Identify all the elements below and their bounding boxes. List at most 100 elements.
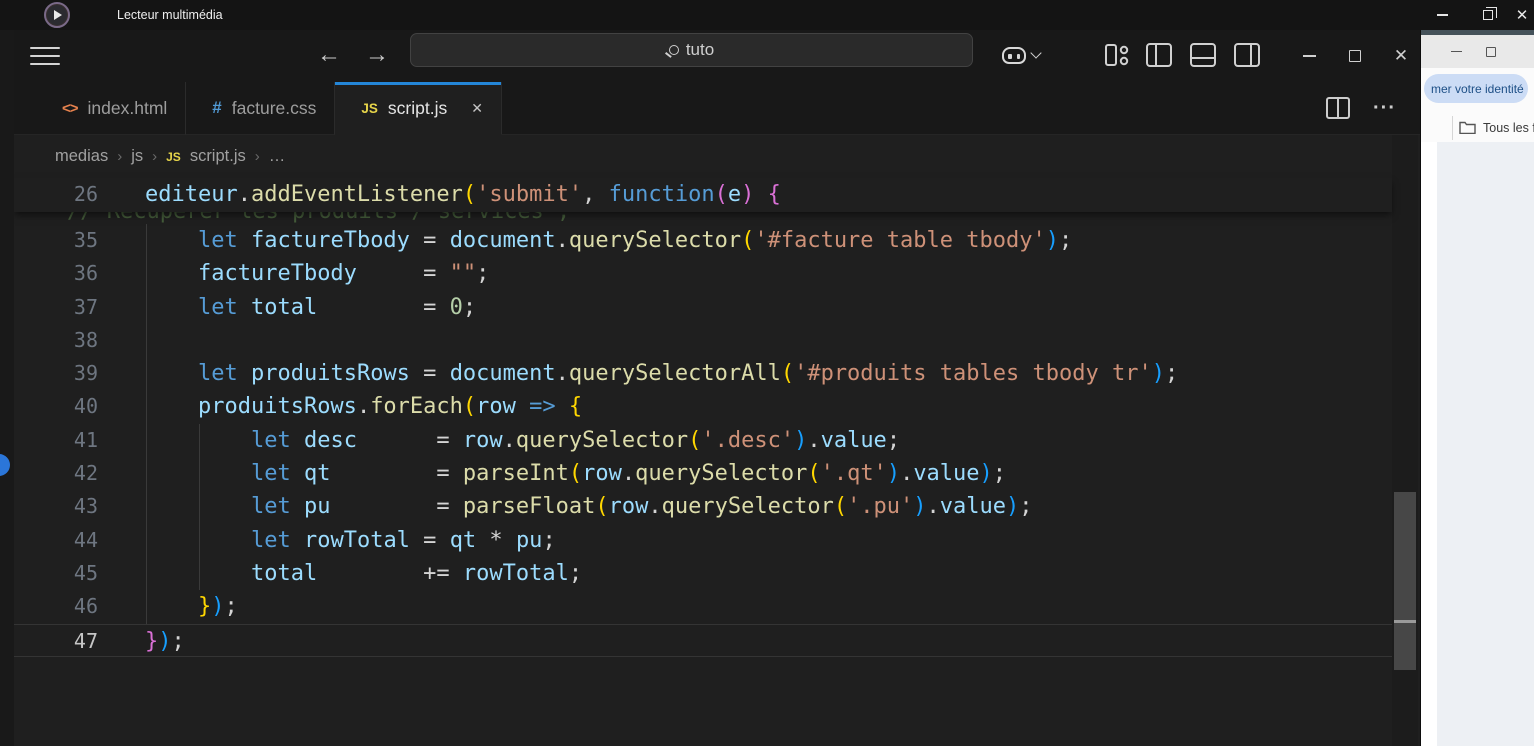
tab-script-js[interactable]: JS script.js ✕ bbox=[335, 82, 502, 135]
code-token: querySelector bbox=[635, 461, 808, 487]
restore-icon bbox=[1482, 7, 1497, 20]
code-token: '.qt' bbox=[820, 461, 887, 487]
window-minimize-button[interactable] bbox=[1286, 30, 1332, 82]
code-line[interactable]: 45 total += rowTotal; bbox=[14, 557, 1392, 590]
code-editor[interactable]: 26 editeur.addEventListener('submit', fun… bbox=[14, 178, 1392, 746]
code-token: value bbox=[939, 494, 1007, 520]
code-line[interactable]: 46 }); bbox=[14, 590, 1392, 623]
code-line[interactable]: 39 let produitsRows = document.querySele… bbox=[14, 357, 1392, 390]
code-line[interactable]: 43 let pu = parseFloat(row.querySelector… bbox=[14, 490, 1392, 523]
code-token: . bbox=[926, 494, 940, 520]
search-input[interactable]: tuto bbox=[410, 33, 973, 67]
minimize-icon[interactable] bbox=[1451, 50, 1462, 53]
code-token: ; bbox=[1164, 361, 1179, 387]
code-token: '#facture table tbody' bbox=[754, 228, 1046, 253]
code-line[interactable]: 40 produitsRows.forEach(row => { bbox=[14, 390, 1392, 423]
sticky-scroll-line[interactable]: 26 editeur.addEventListener('submit', fun… bbox=[14, 178, 1392, 212]
tab-close-button[interactable]: ✕ bbox=[471, 100, 483, 117]
breadcrumb-item-medias[interactable]: medias bbox=[55, 147, 108, 166]
code-token: , bbox=[582, 182, 609, 207]
code-line[interactable]: 42 let qt = parseInt(row.querySelector('… bbox=[14, 457, 1392, 490]
tab-index-html[interactable]: <> index.html bbox=[36, 82, 187, 135]
back-button[interactable]: ← bbox=[309, 34, 349, 76]
code-line-text: total += rowTotal; bbox=[145, 557, 582, 590]
identity-button[interactable]: mer votre identité bbox=[1424, 74, 1528, 103]
divider bbox=[1452, 116, 1453, 140]
menu-button[interactable] bbox=[22, 41, 68, 71]
app-close-button[interactable]: ✕ bbox=[1510, 0, 1534, 30]
code-token: * bbox=[476, 527, 516, 553]
minimize-icon bbox=[1437, 14, 1448, 16]
breadcrumb-item-symbol[interactable]: … bbox=[269, 147, 286, 166]
folder-item-label: Tous les fa bbox=[1483, 121, 1534, 135]
toggle-panel-button[interactable] bbox=[1188, 40, 1218, 70]
favorites-folder-item[interactable]: Tous les fa bbox=[1421, 114, 1534, 142]
code-line[interactable]: 47}); bbox=[14, 623, 1392, 657]
forward-button[interactable]: → bbox=[357, 34, 397, 76]
code-line[interactable]: 37 let total = 0; bbox=[14, 291, 1392, 324]
code-token: // Récupérer les produits / services ; bbox=[14, 212, 570, 224]
code-token: ; bbox=[542, 527, 556, 553]
split-editor-button[interactable] bbox=[1325, 95, 1351, 121]
code-token: ( bbox=[741, 228, 755, 253]
code-token: 'submit' bbox=[476, 182, 583, 207]
copilot-menu-button[interactable] bbox=[1002, 40, 1050, 70]
scrollbar-thumb[interactable] bbox=[1394, 492, 1416, 670]
code-token: ) bbox=[979, 461, 993, 487]
toggle-secondary-sidebar-button[interactable] bbox=[1232, 40, 1262, 70]
window-maximize-button[interactable] bbox=[1332, 30, 1378, 82]
tab-facture-css[interactable]: # facture.css bbox=[186, 82, 336, 135]
code-token: . bbox=[237, 182, 251, 207]
browser-titlebar bbox=[1421, 35, 1534, 68]
code-token: forEach bbox=[370, 394, 463, 420]
code-token: } bbox=[197, 594, 212, 620]
more-actions-button[interactable]: ··· bbox=[1373, 97, 1396, 120]
chevron-right-icon: › bbox=[152, 148, 158, 165]
search-icon bbox=[668, 45, 679, 55]
line-number: 39 bbox=[73, 361, 98, 386]
breadcrumb-item-js[interactable]: js bbox=[131, 147, 143, 166]
code-token: . bbox=[555, 228, 569, 253]
code-line[interactable]: 44 let rowTotal = qt * pu; bbox=[14, 524, 1392, 557]
code-line[interactable]: 41 let desc = row.querySelector('.desc')… bbox=[14, 424, 1392, 457]
code-line[interactable]: 38 bbox=[14, 324, 1392, 357]
code-token: = bbox=[330, 494, 463, 520]
editor-toolbar: ← → tuto ✕ bbox=[14, 30, 1420, 82]
code-token: += bbox=[317, 560, 463, 586]
code-token: ( bbox=[688, 427, 702, 453]
code-token: e bbox=[727, 182, 742, 207]
toggle-sidebar-button[interactable] bbox=[1144, 40, 1174, 70]
code-token: pu bbox=[303, 494, 331, 520]
minimize-icon bbox=[1302, 55, 1316, 57]
app-minimize-button[interactable] bbox=[1420, 0, 1465, 30]
code-token: qt bbox=[303, 461, 331, 487]
js-file-icon: JS bbox=[361, 100, 378, 116]
layout-controls bbox=[1104, 40, 1262, 70]
code-token: editeur bbox=[145, 182, 238, 207]
breadcrumb-item-scriptjs[interactable]: script.js bbox=[190, 147, 246, 166]
code-line-text: }); bbox=[145, 590, 238, 623]
app-restore-button[interactable] bbox=[1465, 0, 1510, 30]
code-token: = bbox=[356, 427, 463, 453]
code-line[interactable]: 36 factureTbody = ""; bbox=[14, 257, 1392, 290]
code-token: let bbox=[250, 427, 291, 453]
maximize-icon[interactable] bbox=[1486, 46, 1496, 57]
panel-content bbox=[1437, 142, 1534, 746]
code-token: ) bbox=[741, 182, 755, 207]
cropped-icon: › bbox=[0, 428, 1, 448]
customize-layout-button[interactable] bbox=[1104, 40, 1130, 70]
code-token: let bbox=[250, 527, 291, 553]
scrollbar-track[interactable] bbox=[1392, 135, 1418, 746]
code-token: ; bbox=[568, 560, 583, 586]
code-token: . bbox=[648, 494, 662, 520]
code-token: querySelector bbox=[515, 427, 689, 453]
line-number: 38 bbox=[73, 327, 98, 352]
code-line-text: factureTbody = ""; bbox=[145, 257, 489, 290]
window-close-button[interactable]: ✕ bbox=[1378, 30, 1420, 82]
code-line[interactable]: 35 let factureTbody = document.querySele… bbox=[14, 224, 1392, 257]
css-file-icon: # bbox=[212, 98, 222, 117]
code-token: produitsRows bbox=[250, 361, 410, 387]
code-token: querySelectorAll bbox=[568, 361, 781, 387]
